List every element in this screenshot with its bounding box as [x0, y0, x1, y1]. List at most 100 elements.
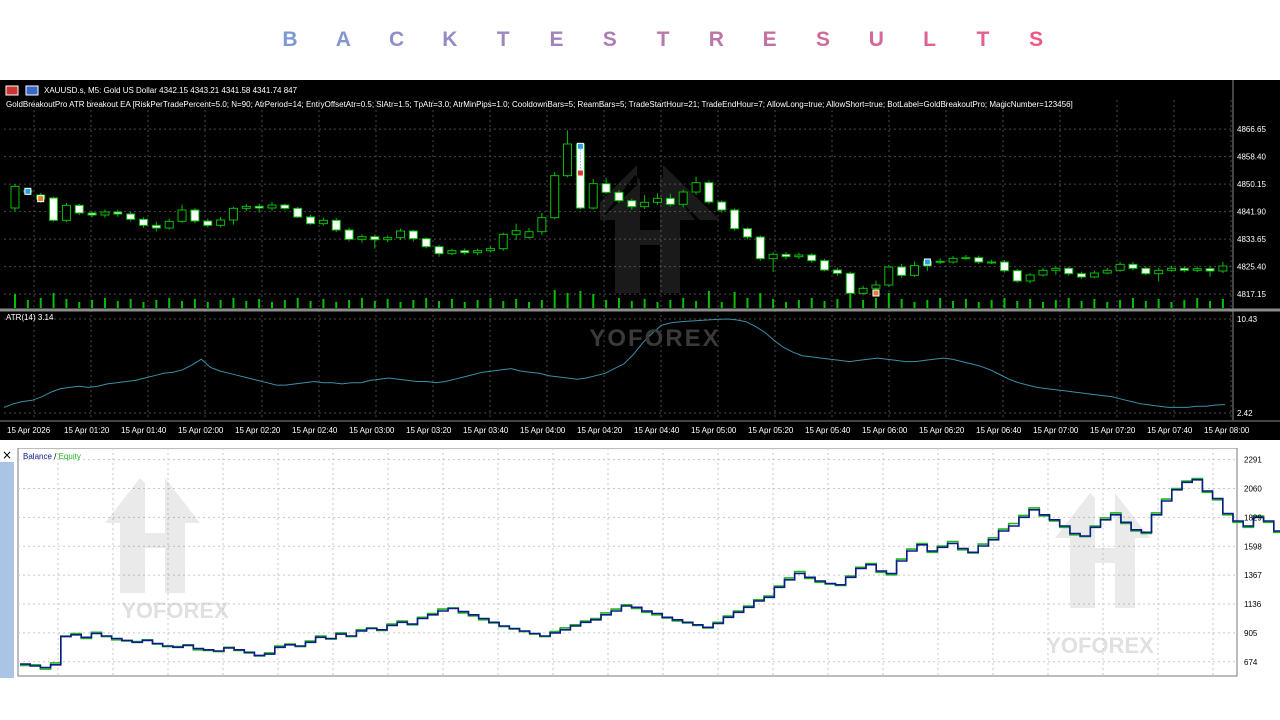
trade-marker	[37, 195, 45, 203]
candle-bull	[588, 183, 598, 209]
price-scale-label: 4841.90	[1237, 208, 1266, 217]
candle-bull	[498, 233, 508, 250]
price-scale-label: 4833.65	[1237, 235, 1266, 244]
trade-marker	[24, 187, 32, 195]
candle-bear	[820, 260, 830, 271]
chart-menu-icon	[5, 85, 19, 96]
atr-scale-label: 10.43	[1237, 315, 1258, 324]
candle-bear	[935, 260, 945, 263]
watermark-text: YOFOREX	[589, 325, 720, 352]
time-axis-label: 15 Apr 05:40	[805, 426, 851, 435]
candle-bull	[318, 219, 328, 225]
candle-bull	[485, 248, 495, 252]
side-strip	[0, 462, 14, 678]
candle-bear	[190, 209, 200, 222]
candle-bear	[49, 197, 59, 221]
watermark-logo	[600, 165, 720, 293]
candle-bear	[331, 219, 341, 231]
candle-bear	[665, 197, 675, 205]
candle-bull	[871, 284, 881, 289]
trade-marker	[576, 142, 584, 150]
candle-bear	[781, 253, 791, 258]
candle-bull	[910, 265, 919, 276]
candle-bull	[511, 230, 521, 235]
trade-marker	[872, 289, 880, 297]
candle-bear	[280, 204, 290, 209]
candle-bear	[370, 236, 380, 241]
candle-bear	[254, 205, 264, 209]
candle-bull	[691, 182, 701, 193]
banner-letter: L	[923, 28, 937, 51]
candle-bull	[1038, 269, 1048, 276]
price-scale-label: 4817.15	[1237, 290, 1266, 299]
report-y-label: 1136	[1244, 600, 1262, 609]
panel-separator	[0, 440, 1280, 448]
candle-bear	[1012, 270, 1022, 282]
price-chart-window[interactable]: YOFOREX 4866.65 4858.40 4850.15 4841.90 4833.…	[0, 80, 1280, 440]
candle-bear	[897, 266, 907, 276]
time-axis-label: 15 Apr 02:00	[178, 426, 224, 435]
balance-chart-canvas[interactable]: YOFOREX YOFOREX 2291 2060 1829 1598 1367 1136 90…	[0, 448, 1280, 678]
candle-bear	[421, 238, 431, 248]
candle-bull	[357, 236, 367, 240]
report-y-label: 2291	[1244, 456, 1262, 465]
candle-bear	[203, 220, 213, 226]
report-y-label: 1367	[1244, 571, 1262, 580]
report-watermark-text: YOFOREX	[121, 598, 229, 623]
banner-letter: S	[602, 28, 617, 51]
candle-bull	[473, 250, 483, 254]
candle-bear	[1064, 267, 1074, 275]
candle-bear	[845, 272, 855, 294]
candle-bull	[794, 254, 804, 258]
watermark-shape	[600, 165, 720, 293]
symbol-info-line: XAUUSD.s, M5: Gold US Dollar 4342.15 434…	[44, 86, 298, 95]
price-chart-canvas[interactable]: YOFOREX 4866.65 4858.40 4850.15 4841.90 4833.…	[0, 80, 1280, 440]
candle-bear	[87, 212, 97, 216]
banner-letter: T	[496, 28, 510, 51]
time-axis-label: 15 Apr 05:00	[691, 426, 737, 435]
candle-bull	[640, 201, 650, 208]
candle-bull	[228, 207, 238, 221]
candle-bull	[1115, 263, 1125, 271]
report-watermark-text: YOFOREX	[1046, 633, 1154, 658]
balance-equity-legend: Balance / Equity	[23, 452, 81, 461]
candle-bull	[768, 253, 778, 260]
candle-bull	[396, 230, 405, 239]
banner-letter: T	[656, 28, 670, 51]
candle-bull	[383, 237, 393, 241]
chart-type-icon	[25, 85, 39, 96]
atr-indicator-label: ATR(14) 3.14	[6, 313, 54, 322]
time-axis-label: 15 Apr 04:00	[520, 426, 566, 435]
time-axis-label: 15 Apr 03:00	[349, 426, 395, 435]
time-axis-label: 15 Apr 07:20	[1090, 426, 1136, 435]
candle-bear	[1179, 267, 1189, 271]
ea-parameters-line: GoldBreakoutPro ATR breakout EA [RiskPer…	[6, 100, 1073, 109]
time-axis-label: 15 Apr 03:20	[406, 426, 452, 435]
candle-bear	[408, 230, 418, 240]
candle-bull	[1051, 267, 1061, 271]
time-axis-label: 15 Apr 2026	[7, 426, 51, 435]
candle-bear	[126, 213, 136, 220]
candle-bear	[1128, 263, 1138, 269]
pane-separator	[0, 308, 1280, 312]
close-button[interactable]: ×	[0, 448, 14, 462]
candle-bear	[344, 229, 354, 240]
candle-bull	[241, 205, 251, 209]
time-axis-label: 15 Apr 06:00	[862, 426, 908, 435]
candle-bull	[447, 250, 457, 255]
candle-bear	[434, 246, 444, 255]
candle-bull	[961, 257, 971, 260]
candle-bull	[267, 204, 277, 209]
banner-letter: S	[1029, 28, 1044, 51]
banner-title: BACKTESTRESULTS	[0, 28, 1280, 58]
candle-bear	[717, 201, 727, 211]
balance-report-window[interactable]: YOFOREX YOFOREX 2291 2060 1829 1598 1367 1136 90…	[0, 448, 1280, 678]
banner-letter: S	[815, 28, 831, 51]
candle-bull	[1089, 272, 1099, 278]
candle-bull	[1167, 267, 1176, 271]
time-axis-label: 15 Apr 06:20	[919, 426, 965, 435]
banner-letter: K	[442, 28, 458, 51]
price-scale-label: 4850.15	[1237, 180, 1266, 189]
time-axis-label: 15 Apr 01:20	[64, 426, 110, 435]
banner-letter: U	[868, 28, 884, 51]
